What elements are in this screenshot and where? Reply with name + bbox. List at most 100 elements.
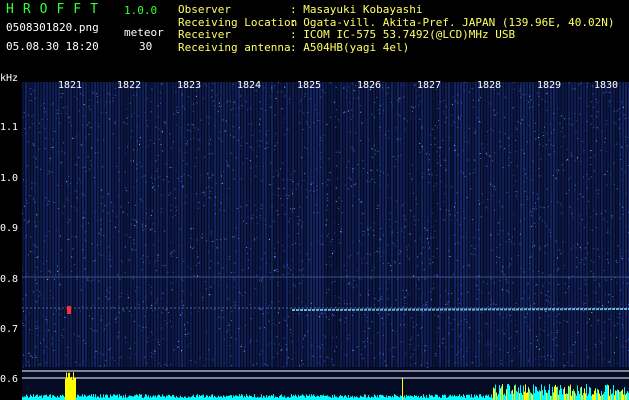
- level-bar: [279, 396, 280, 400]
- noise-streak: [238, 82, 240, 367]
- level-bar: [141, 394, 142, 400]
- level-bar: [510, 393, 511, 400]
- level-bar: [146, 394, 147, 400]
- level-bar: [81, 396, 82, 400]
- level-bar: [134, 395, 135, 400]
- level-bar: [533, 384, 534, 400]
- noise-streak: [331, 82, 333, 367]
- level-bar: [453, 396, 454, 400]
- noise-streak: [508, 82, 510, 367]
- level-bar: [202, 395, 203, 400]
- level-bar: [546, 392, 547, 400]
- level-bar: [606, 385, 607, 400]
- level-bar: [145, 394, 146, 400]
- level-bar: [73, 372, 74, 400]
- time-tick: 1821: [58, 80, 83, 91]
- level-bar: [495, 384, 496, 400]
- noise-streak: [454, 82, 456, 367]
- level-bar: [552, 386, 553, 400]
- level-bar: [551, 395, 552, 400]
- noise-streak: [55, 82, 57, 367]
- level-bar: [475, 396, 476, 400]
- noise-streak: [529, 82, 531, 367]
- level-bar: [67, 377, 68, 400]
- level-bar: [95, 394, 96, 400]
- level-bar: [341, 395, 342, 400]
- level-bar: [229, 395, 230, 400]
- frequency-unit: kHz: [0, 73, 19, 84]
- level-bar: [159, 394, 160, 400]
- level-bar: [66, 372, 67, 400]
- level-bar: [524, 391, 525, 400]
- level-bar: [327, 395, 328, 400]
- level-bar: [404, 395, 405, 400]
- noise-streak: [226, 82, 228, 367]
- noise-streak: [481, 82, 483, 367]
- level-bar: [196, 395, 197, 400]
- noise-streak: [433, 82, 435, 367]
- level-bar: [239, 394, 240, 400]
- noise-streak: [229, 82, 231, 367]
- level-bar: [627, 391, 628, 400]
- level-bar: [272, 395, 273, 400]
- level-bar: [334, 394, 335, 400]
- level-bar: [157, 395, 158, 400]
- level-bar: [458, 396, 459, 400]
- level-bar: [477, 395, 478, 400]
- info-value: : Masayuki Kobayashi: [290, 3, 423, 16]
- level-bar: [488, 394, 489, 400]
- level-bar: [605, 385, 606, 400]
- level-bar: [192, 395, 193, 400]
- level-bar: [120, 396, 121, 400]
- noise-streak: [577, 82, 579, 367]
- noise-streak: [502, 82, 504, 367]
- level-bar: [592, 394, 593, 400]
- noise-streak: [127, 82, 129, 367]
- level-bar: [121, 395, 122, 400]
- level-bar: [542, 390, 543, 400]
- level-bar: [93, 394, 94, 400]
- noise-streak: [214, 82, 216, 367]
- level-bar: [616, 390, 617, 400]
- freq-tick: 0.6: [0, 374, 19, 385]
- level-bar: [284, 395, 285, 400]
- level-bar: [527, 392, 528, 400]
- level-bar: [100, 394, 101, 400]
- level-bar: [426, 395, 427, 400]
- level-bar: [501, 386, 502, 400]
- noise-streak: [109, 82, 111, 367]
- level-bar: [402, 378, 403, 400]
- level-bar: [557, 386, 558, 400]
- noise-streak: [289, 82, 291, 367]
- level-bar: [456, 396, 457, 400]
- noise-streak: [136, 82, 138, 367]
- level-bar: [153, 395, 154, 400]
- noise-streak: [328, 82, 330, 367]
- noise-streak: [205, 82, 207, 367]
- level-bar: [454, 394, 455, 400]
- level-bar: [48, 396, 49, 400]
- noise-streak: [133, 82, 135, 367]
- level-bar: [40, 395, 41, 400]
- level-bar: [562, 394, 563, 400]
- level-bar: [538, 391, 539, 400]
- level-bar: [309, 394, 310, 400]
- level-bar: [618, 390, 619, 400]
- level-bar: [601, 391, 602, 400]
- level-bar: [49, 394, 50, 400]
- noise-streak: [52, 82, 54, 367]
- level-bar: [296, 396, 297, 400]
- noise-streak: [538, 82, 540, 367]
- level-bar: [116, 395, 117, 400]
- noise-streak: [466, 82, 468, 367]
- level-bar: [271, 395, 272, 400]
- level-bar: [450, 394, 451, 400]
- noise-streak: [373, 82, 375, 367]
- noise-streak: [424, 82, 426, 367]
- level-bar: [300, 395, 301, 400]
- noise-streak: [145, 82, 147, 367]
- level-bar: [506, 389, 507, 400]
- level-bar: [74, 377, 75, 400]
- level-bar: [597, 388, 598, 400]
- noise-streak: [301, 82, 303, 367]
